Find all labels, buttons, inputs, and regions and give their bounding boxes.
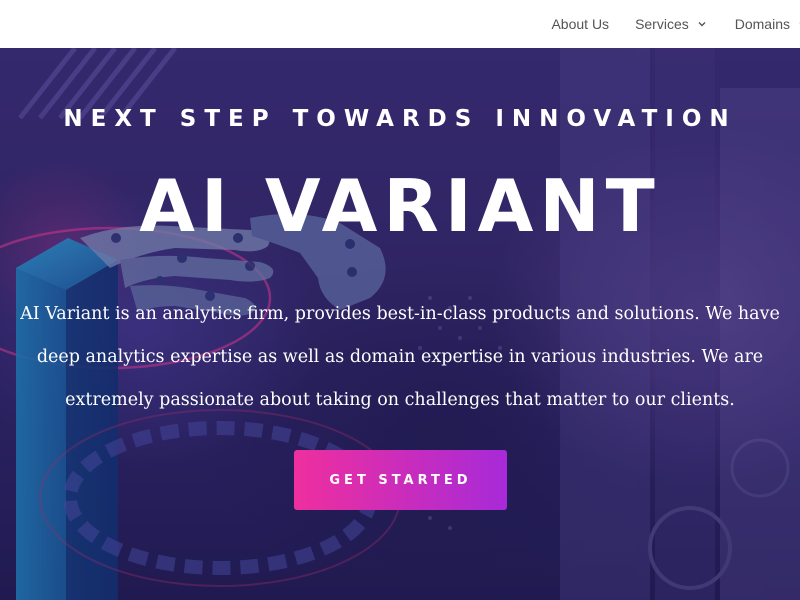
top-navigation-bar: About Us Services Domains bbox=[0, 0, 800, 48]
nav-item-label: Services bbox=[635, 16, 689, 32]
hero-eyebrow: NEXT STEP TOWARDS INNOVATION bbox=[63, 106, 737, 132]
nav-item-services[interactable]: Services bbox=[635, 16, 707, 32]
hero-title: AI VARIANT bbox=[139, 164, 661, 248]
nav-item-about-us[interactable]: About Us bbox=[551, 16, 609, 32]
hero-description: AI Variant is an analytics firm, provide… bbox=[20, 304, 780, 410]
get-started-button[interactable]: GET STARTED bbox=[294, 450, 507, 510]
chevron-down-icon bbox=[698, 22, 706, 27]
nav-item-label: About Us bbox=[551, 16, 610, 32]
nav-item-domains[interactable]: Domains bbox=[735, 16, 800, 32]
hero-banner: NEXT STEP TOWARDS INNOVATION AI VARIANT … bbox=[0, 48, 800, 600]
nav-menu: About Us Services Domains bbox=[551, 0, 800, 48]
nav-item-label: Domains bbox=[734, 16, 790, 32]
